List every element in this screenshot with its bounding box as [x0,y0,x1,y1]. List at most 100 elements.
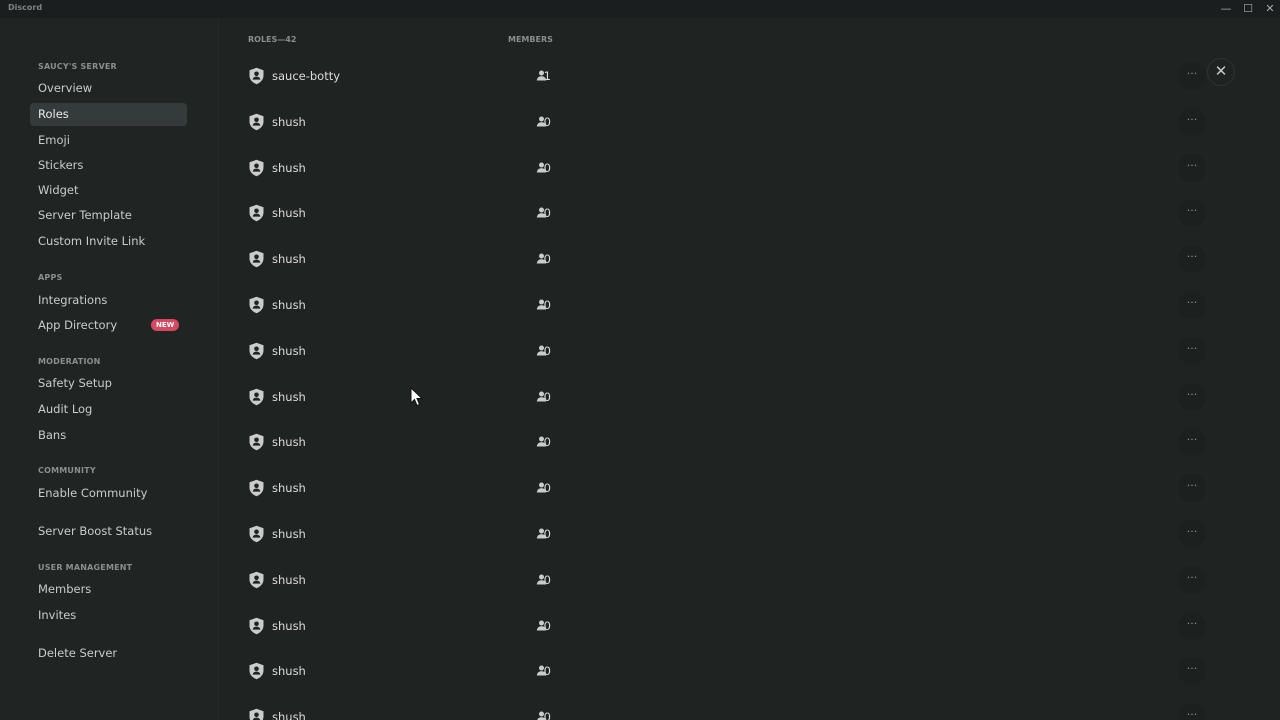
apps-header: APPS [38,273,63,282]
sidebar-item-delete-server[interactable]: Delete Server [30,642,187,665]
role-name: shush [272,618,306,633]
role-shield-icon [249,205,264,222]
sidebar-item-enable-community[interactable]: Enable Community [30,482,187,505]
role-name: sauce-botty [272,69,341,83]
sidebar-item-members[interactable]: Members [30,578,187,601]
maximize-button[interactable]: ☐ [1238,1,1258,17]
role-row[interactable]: shush 0 ··· [240,465,1220,511]
sidebar-item-emoji[interactable]: Emoji [30,129,187,152]
role-shield-icon [249,434,264,451]
role-shield-icon [249,708,264,720]
role-shield-icon [249,525,264,543]
mouse-cursor-icon [410,387,424,407]
role-shield-icon [249,159,264,176]
role-name: shush [272,298,306,312]
sidebar-item-stickers[interactable]: Stickers [30,154,187,177]
sidebar-item-invites[interactable]: Invites [30,604,187,627]
role-shield-icon [249,479,264,497]
role-row[interactable]: shush 0 ··· [240,694,1220,720]
person-icon [536,299,547,310]
role-more-options-button[interactable]: ··· [1178,107,1206,136]
role-row[interactable]: shush 0 ··· [240,282,1220,328]
role-shield-icon [249,342,264,359]
members-column-header: MEMBERS [508,35,553,44]
person-icon [536,665,547,676]
sidebar-item-audit-log[interactable]: Audit Log [30,398,187,421]
person-icon [537,711,546,720]
role-more-options-button[interactable]: ··· [1178,565,1206,594]
role-name: shush [272,527,306,541]
role-more-options-button[interactable]: ··· [1178,703,1206,720]
role-name: shush [272,572,306,587]
role-shield-icon [249,296,264,314]
role-row[interactable]: shush 0 ··· [240,511,1220,557]
person-icon [536,620,547,631]
role-name: shush [272,343,306,358]
sidebar-item-widget[interactable]: Widget [30,179,187,202]
person-icon [536,528,547,539]
role-row[interactable]: shush 0 ··· [240,419,1220,465]
moderation-header: MODERATION [38,357,101,366]
role-more-options-button[interactable]: ··· [1178,474,1206,503]
role-name: shush [272,710,306,720]
sidebar-item-integrations[interactable]: Integrations [30,289,187,312]
role-row[interactable]: shush 0 ··· [240,328,1220,374]
role-name: shush [272,160,306,175]
role-more-options-button[interactable]: ··· [1178,520,1206,548]
person-icon [536,482,547,493]
sidebar-item-custom-invite-link[interactable]: Custom Invite Link [30,230,187,253]
community-header: COMMUNITY [38,466,96,475]
new-badge: NEW [151,319,180,331]
roles-count-header: ROLES—42 [248,35,297,44]
role-shield-icon [249,67,264,85]
role-row[interactable]: shush 0 ··· [240,145,1220,191]
sidebar-item-roles[interactable]: Roles [30,103,187,126]
role-name: shush [272,252,306,267]
role-shield-icon [249,388,264,405]
role-more-options-button[interactable]: ··· [1178,336,1206,365]
role-more-options-button[interactable]: ··· [1178,199,1206,228]
role-name: shush [272,206,306,221]
role-row[interactable]: shush 0 ··· [240,557,1220,603]
role-row[interactable]: shush 0 ··· [240,236,1220,282]
role-name: shush [272,664,306,679]
person-icon [536,116,547,127]
role-more-options-button[interactable]: ··· [1178,245,1206,274]
role-row[interactable]: shush 0 ··· [240,374,1220,420]
person-icon [536,391,547,402]
window-close-button[interactable]: ✕ [1260,1,1280,17]
role-shield-icon [249,113,264,130]
title-bar: Discord — ☐ ✕ [0,0,1280,18]
role-more-options-button[interactable]: ··· [1178,611,1206,640]
sidebar-item-server-template[interactable]: Server Template [30,204,187,227]
role-more-options-button[interactable]: ··· [1178,291,1206,319]
minimize-button[interactable]: — [1216,1,1236,17]
role-name: shush [272,389,306,404]
server-name-header: SAUCY'S SERVER [38,62,117,71]
role-more-options-button[interactable]: ··· [1178,153,1206,182]
role-more-options-button[interactable]: ··· [1178,62,1206,90]
sidebar-divider [218,18,219,720]
app-title: Discord [8,3,43,12]
person-icon [536,253,547,264]
role-row[interactable]: shush 0 ··· [240,603,1220,649]
role-more-options-button[interactable]: ··· [1178,428,1206,457]
role-shield-icon [249,571,264,588]
sidebar-item-overview[interactable]: Overview [30,77,187,100]
role-name: shush [272,481,306,496]
role-row[interactable]: sauce-botty 1 ··· [240,53,1220,99]
role-shield-icon [249,250,264,268]
role-more-options-button[interactable]: ··· [1178,657,1206,686]
user-management-header: USER MANAGEMENT [38,563,133,572]
role-name: shush [272,114,306,129]
person-icon [536,345,547,356]
sidebar-item-bans[interactable]: Bans [30,424,187,447]
role-more-options-button[interactable]: ··· [1178,382,1206,411]
role-row[interactable]: shush 0 ··· [240,190,1220,236]
sidebar-item-safety-setup[interactable]: Safety Setup [30,372,187,395]
person-icon [536,436,547,447]
person-icon [536,207,547,218]
role-row[interactable]: shush 0 ··· [240,99,1220,145]
role-row[interactable]: shush 0 ··· [240,648,1220,694]
sidebar-item-server-boost-status[interactable]: Server Boost Status [30,520,187,543]
